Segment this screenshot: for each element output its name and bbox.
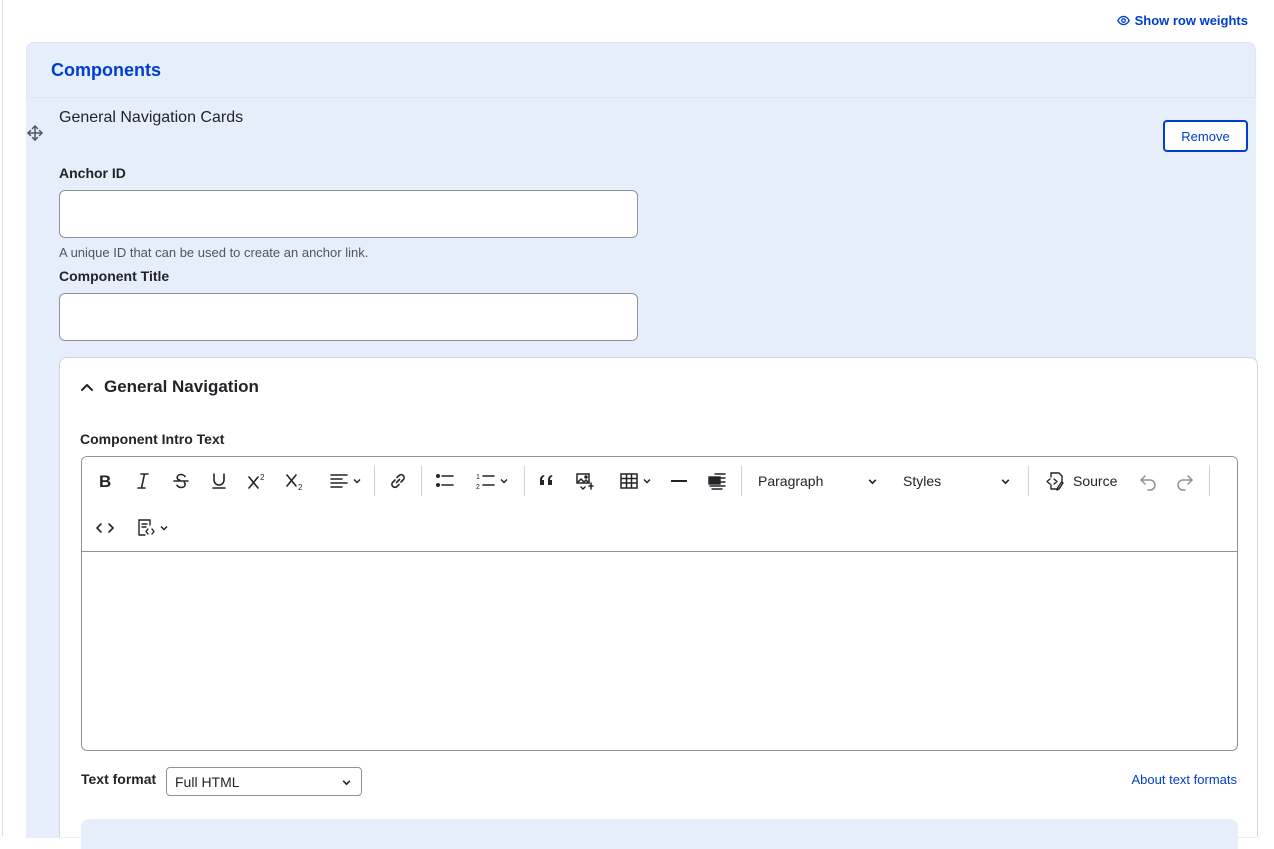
nested-components-header <box>81 819 1238 849</box>
bold-icon[interactable]: B <box>92 466 117 496</box>
text-alignment-button[interactable] <box>325 466 365 496</box>
text-format-select[interactable]: Full HTML <box>166 767 362 796</box>
show-row-weights-label: Show row weights <box>1134 13 1248 28</box>
blockquote-icon[interactable] <box>534 466 559 496</box>
editor-toolbar: B 2 2 1 2 Paragraph Styles Source <box>82 457 1237 552</box>
undo-icon[interactable] <box>1135 466 1160 496</box>
chevron-down-icon <box>342 780 351 786</box>
editor-content-area[interactable] <box>82 552 1237 750</box>
insert-table-button[interactable] <box>614 466 656 496</box>
anchor-id-input[interactable] <box>59 190 638 238</box>
source-icon <box>1046 472 1064 491</box>
general-navigation-details: General Navigation Component Intro Text … <box>59 357 1258 849</box>
move-icon[interactable] <box>26 124 44 142</box>
numbered-list-button[interactable]: 12 <box>470 466 515 496</box>
svg-text:1: 1 <box>476 474 480 481</box>
source-button[interactable]: Source <box>1046 466 1117 496</box>
svg-text:2: 2 <box>298 483 303 491</box>
styles-value: Styles <box>903 473 942 489</box>
paragraph-type-title: General Navigation Cards <box>59 109 244 126</box>
code-block-icon <box>138 519 155 536</box>
horizontal-line-icon[interactable] <box>666 466 691 496</box>
component-intro-text-label: Component Intro Text <box>80 431 225 447</box>
paragraph-format-select[interactable]: Paragraph <box>758 466 878 496</box>
chevron-down-icon <box>642 478 651 484</box>
toolbar-separator <box>421 466 422 496</box>
underline-icon[interactable] <box>206 466 231 496</box>
subscript-icon[interactable]: 2 <box>282 466 307 496</box>
styles-select[interactable]: Styles <box>903 466 1011 496</box>
svg-text:2: 2 <box>476 484 480 491</box>
text-format-label: Text format <box>81 771 157 787</box>
svg-text:2: 2 <box>260 473 265 482</box>
code-icon[interactable] <box>92 513 117 543</box>
chevron-down-icon <box>868 479 877 485</box>
toolbar-separator <box>374 466 375 496</box>
strikethrough-icon[interactable] <box>168 466 193 496</box>
link-icon[interactable] <box>385 466 410 496</box>
anchor-id-label: Anchor ID <box>59 165 126 181</box>
anchor-id-help: A unique ID that can be used to create a… <box>59 245 369 260</box>
source-label: Source <box>1073 473 1118 489</box>
toolbar-separator <box>524 466 525 496</box>
toolbar-separator <box>1209 466 1210 496</box>
bulleted-list-icon[interactable] <box>432 466 457 496</box>
align-icon <box>329 474 348 488</box>
italic-icon[interactable] <box>130 466 155 496</box>
remove-button[interactable]: Remove <box>1163 120 1248 152</box>
chevron-down-icon <box>1001 479 1010 485</box>
about-text-formats-link[interactable]: About text formats <box>1132 772 1238 787</box>
image-icon[interactable] <box>572 466 597 496</box>
redo-icon[interactable] <box>1172 466 1197 496</box>
rich-text-editor: B 2 2 1 2 Paragraph Styles Source <box>81 456 1238 751</box>
code-block-button[interactable] <box>130 513 175 543</box>
chevron-down-icon <box>500 478 508 484</box>
toolbar-separator <box>1028 466 1029 496</box>
general-navigation-summary[interactable]: General Navigation <box>80 377 259 397</box>
component-title-input[interactable] <box>59 293 638 341</box>
text-format-value: Full HTML <box>175 774 240 790</box>
show-row-weights-link[interactable]: Show row weights <box>1116 13 1248 28</box>
toolbar-separator <box>741 466 742 496</box>
chevron-down-icon <box>352 478 361 484</box>
components-header: Components <box>26 42 1256 98</box>
chevron-up-icon <box>81 384 93 391</box>
component-title-label: Component Title <box>59 268 170 284</box>
chevron-down-icon <box>160 525 168 531</box>
eye-icon <box>1116 15 1130 26</box>
numbered-list-icon: 12 <box>476 474 495 491</box>
table-icon <box>619 473 638 489</box>
svg-text:B: B <box>99 472 111 491</box>
media-icon[interactable] <box>704 466 729 496</box>
paragraph-format-value: Paragraph <box>758 473 824 489</box>
general-navigation-title: General Navigation <box>104 377 259 396</box>
superscript-icon[interactable]: 2 <box>244 466 269 496</box>
page-left-border <box>2 0 3 836</box>
components-title: Components <box>51 60 161 80</box>
